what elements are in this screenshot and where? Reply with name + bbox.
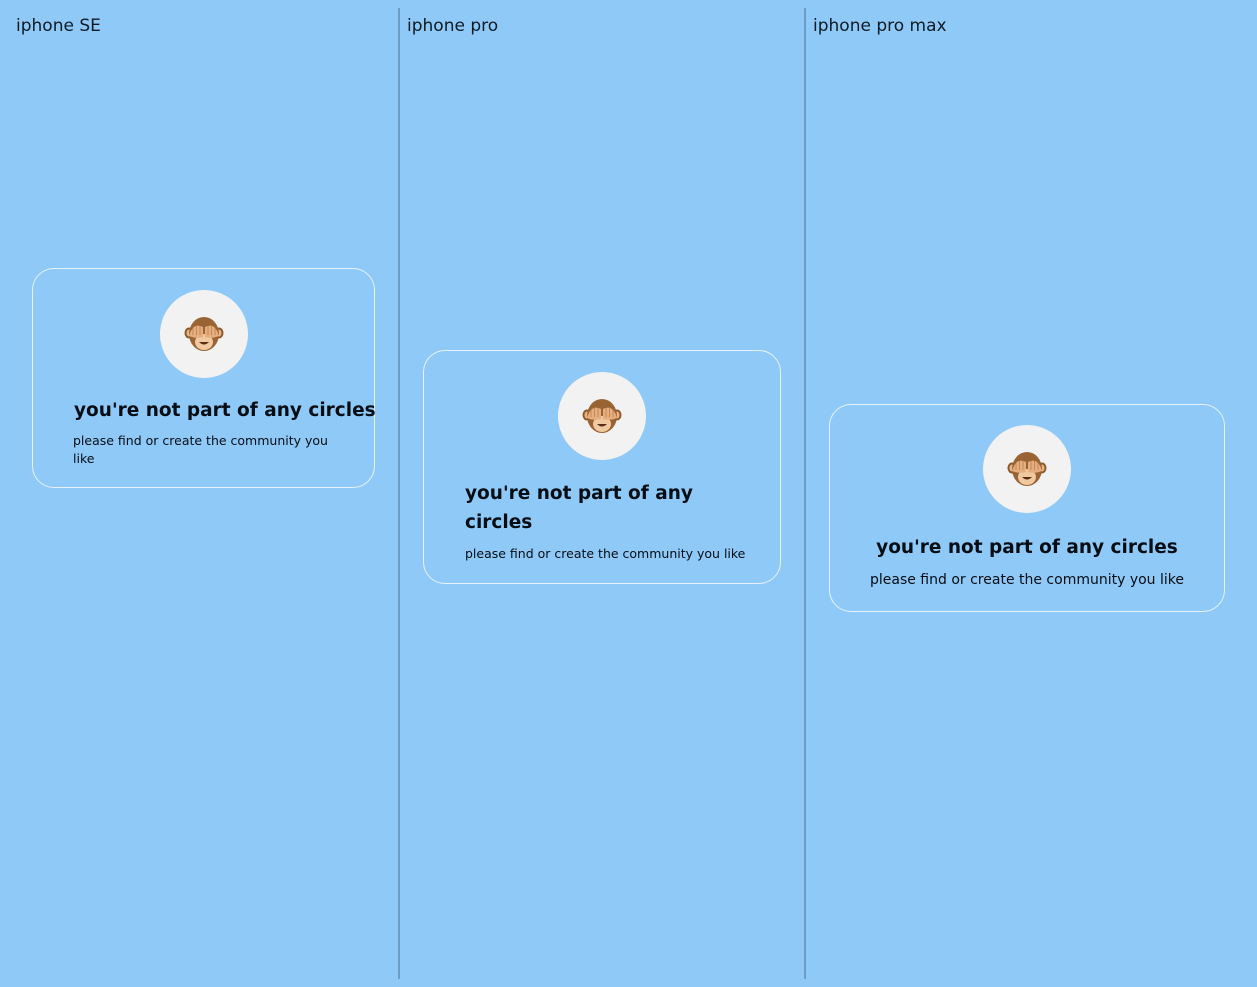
empty-state-subtitle: please find or create the community you … <box>73 433 328 466</box>
see-no-evil-monkey-icon <box>582 399 622 433</box>
empty-state-title: you're not part of any circles <box>465 483 693 533</box>
avatar <box>558 372 646 460</box>
see-no-evil-monkey-icon <box>1007 452 1047 486</box>
avatar <box>160 290 248 378</box>
column-label-iphone-se: iphone SE <box>16 16 101 36</box>
empty-circles-card: you're not part of any circles please fi… <box>829 404 1225 612</box>
empty-state-title: you're not part of any circles <box>876 537 1178 558</box>
empty-circles-card: you're not part of any circles please fi… <box>32 268 376 488</box>
column-label-iphone-pro-max: iphone pro max <box>813 16 947 36</box>
avatar <box>983 425 1071 513</box>
see-no-evil-monkey-icon <box>184 317 224 351</box>
column-divider <box>398 8 400 979</box>
empty-state-subtitle: please find or create the community you … <box>869 572 1184 588</box>
column-label-iphone-pro: iphone pro <box>407 16 499 36</box>
empty-state-subtitle: please find or create the community you … <box>465 546 746 561</box>
column-divider <box>804 8 806 979</box>
empty-state-title: you're not part of any circles <box>74 400 376 421</box>
empty-circles-card: you're not part of any circles please fi… <box>423 350 781 584</box>
